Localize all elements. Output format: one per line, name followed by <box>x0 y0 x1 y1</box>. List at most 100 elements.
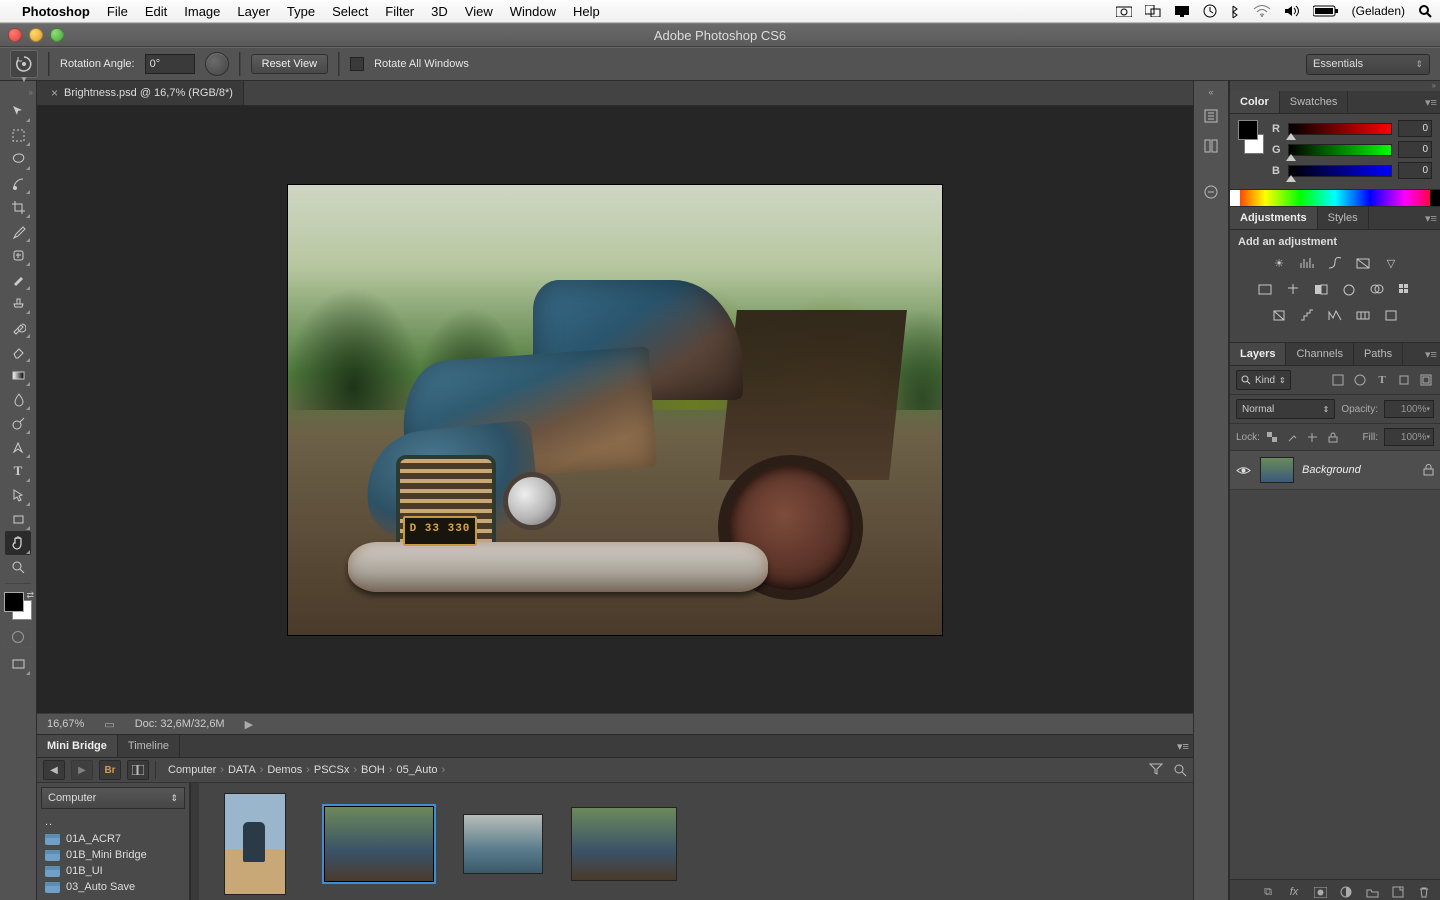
folder-item[interactable]: 01A_ACR7 <box>37 831 189 847</box>
quick-mask-toggle[interactable] <box>4 626 32 648</box>
properties-panel-icon[interactable] <box>1200 135 1222 157</box>
hue-sat-icon[interactable] <box>1256 280 1274 298</box>
current-tool-indicator[interactable]: ▼ <box>10 50 38 78</box>
layer-fx-icon[interactable]: fx <box>1286 884 1302 900</box>
path-select-tool[interactable] <box>5 483 31 507</box>
layer-filter-kind[interactable]: Kind⇕ <box>1236 370 1291 390</box>
scrollbar[interactable] <box>190 783 199 900</box>
rectangle-tool[interactable] <box>5 507 31 531</box>
r-slider[interactable] <box>1288 123 1392 135</box>
g-value[interactable]: 0 <box>1398 141 1432 158</box>
filter-pixel-icon[interactable] <box>1330 372 1346 388</box>
bluetooth-icon[interactable] <box>1230 4 1240 19</box>
menu-view[interactable]: View <box>465 4 493 19</box>
zoom-tool[interactable] <box>5 555 31 579</box>
layer-mask-icon[interactable] <box>1312 884 1328 900</box>
folder-item[interactable]: 01B_Mini Bridge <box>37 847 189 863</box>
crumb[interactable]: Computer <box>168 764 216 776</box>
bridge-button[interactable]: Br <box>99 760 121 780</box>
invert-icon[interactable] <box>1270 306 1288 324</box>
battery-icon[interactable] <box>1313 5 1339 17</box>
crumb[interactable]: DATA <box>228 764 256 776</box>
menu-layer[interactable]: Layer <box>237 4 270 19</box>
gradient-map-icon[interactable] <box>1354 306 1372 324</box>
tab-timeline[interactable]: Timeline <box>118 735 180 757</box>
expand-dock-arrows[interactable]: « <box>1208 87 1213 97</box>
new-group-icon[interactable] <box>1364 884 1380 900</box>
filter-type-icon[interactable]: T <box>1374 372 1390 388</box>
history-panel-icon[interactable] <box>1200 105 1222 127</box>
tab-mini-bridge[interactable]: Mini Bridge <box>37 735 118 757</box>
tab-paths[interactable]: Paths <box>1354 343 1403 365</box>
new-adjustment-layer-icon[interactable] <box>1338 884 1354 900</box>
tools-collapse-arrows[interactable]: » <box>3 87 33 97</box>
lock-position-icon[interactable] <box>1306 430 1320 444</box>
panel-menu-icon[interactable]: ▾≡ <box>1173 735 1193 757</box>
filter-shape-icon[interactable] <box>1396 372 1412 388</box>
posterize-icon[interactable] <box>1298 306 1316 324</box>
delete-layer-icon[interactable] <box>1416 884 1432 900</box>
pen-tool[interactable] <box>5 435 31 459</box>
color-swatch-stack[interactable] <box>1238 120 1264 154</box>
lock-all-icon[interactable] <box>1326 430 1340 444</box>
crumb[interactable]: BOH <box>361 764 385 776</box>
menu-type[interactable]: Type <box>287 4 315 19</box>
menu-image[interactable]: Image <box>184 4 220 19</box>
screen-mode-button[interactable] <box>5 652 31 676</box>
rotate-all-checkbox[interactable] <box>350 57 364 71</box>
menu-help[interactable]: Help <box>573 4 600 19</box>
workspace-switcher[interactable]: Essentials ⇕ <box>1306 54 1430 75</box>
menu-edit[interactable]: Edit <box>145 4 167 19</box>
tab-channels[interactable]: Channels <box>1286 343 1353 365</box>
color-swatch-stack[interactable]: ⇄ <box>4 592 32 620</box>
marquee-tool[interactable] <box>5 123 31 147</box>
thumbnail[interactable] <box>571 794 677 894</box>
crop-tool[interactable] <box>5 195 31 219</box>
panel-menu-icon[interactable]: ▾≡ <box>1422 91 1440 113</box>
gradient-tool[interactable] <box>5 363 31 387</box>
b-value[interactable]: 0 <box>1398 162 1432 179</box>
tab-styles[interactable]: Styles <box>1318 207 1369 229</box>
dodge-tool[interactable] <box>5 411 31 435</box>
foreground-swatch[interactable] <box>1238 120 1258 140</box>
status-menu-arrow[interactable]: ▶ <box>245 718 253 731</box>
tab-color[interactable]: Color <box>1230 91 1280 113</box>
levels-icon[interactable] <box>1298 254 1316 272</box>
camera-icon[interactable] <box>1116 5 1132 17</box>
menu-select[interactable]: Select <box>332 4 368 19</box>
menu-file[interactable]: File <box>107 4 128 19</box>
source-selector[interactable]: Computer⇕ <box>41 787 185 809</box>
panel-menu-icon[interactable]: ▾≡ <box>1422 207 1440 229</box>
timemachine-icon[interactable] <box>1203 4 1217 18</box>
opacity-value[interactable]: 100% ▾ <box>1384 400 1434 418</box>
menu-3d[interactable]: 3D <box>431 4 448 19</box>
character-panel-icon[interactable] <box>1200 181 1222 203</box>
brightness-contrast-icon[interactable]: ☀ <box>1270 254 1288 272</box>
color-balance-icon[interactable] <box>1284 280 1302 298</box>
clone-stamp-tool[interactable] <box>5 291 31 315</box>
color-lookup-icon[interactable] <box>1396 280 1414 298</box>
eyedropper-tool[interactable] <box>5 219 31 243</box>
thumbnail[interactable] <box>215 794 295 894</box>
vibrance-icon[interactable]: ▽ <box>1382 254 1400 272</box>
tab-layers[interactable]: Layers <box>1230 343 1286 365</box>
b-slider[interactable] <box>1288 165 1392 177</box>
volume-icon[interactable] <box>1284 5 1300 17</box>
exposure-icon[interactable] <box>1354 254 1372 272</box>
view-mode-button[interactable] <box>127 760 149 780</box>
channel-mixer-icon[interactable] <box>1368 280 1386 298</box>
g-slider[interactable] <box>1288 144 1392 156</box>
history-brush-tool[interactable] <box>5 315 31 339</box>
rotation-dial[interactable] <box>205 52 229 76</box>
nav-back-button[interactable]: ◀ <box>43 760 65 780</box>
filter-smart-icon[interactable] <box>1418 372 1434 388</box>
wifi-icon[interactable] <box>1253 5 1271 17</box>
crumb[interactable]: PSCSx <box>314 764 349 776</box>
crumb[interactable]: Demos <box>267 764 302 776</box>
lasso-tool[interactable] <box>5 147 31 171</box>
search-icon[interactable] <box>1173 763 1187 777</box>
blend-mode-select[interactable]: Normal⇕ <box>1236 399 1335 419</box>
threshold-icon[interactable] <box>1326 306 1344 324</box>
folder-item[interactable]: 01B_UI <box>37 863 189 879</box>
thumbnail-selected[interactable] <box>323 794 435 894</box>
